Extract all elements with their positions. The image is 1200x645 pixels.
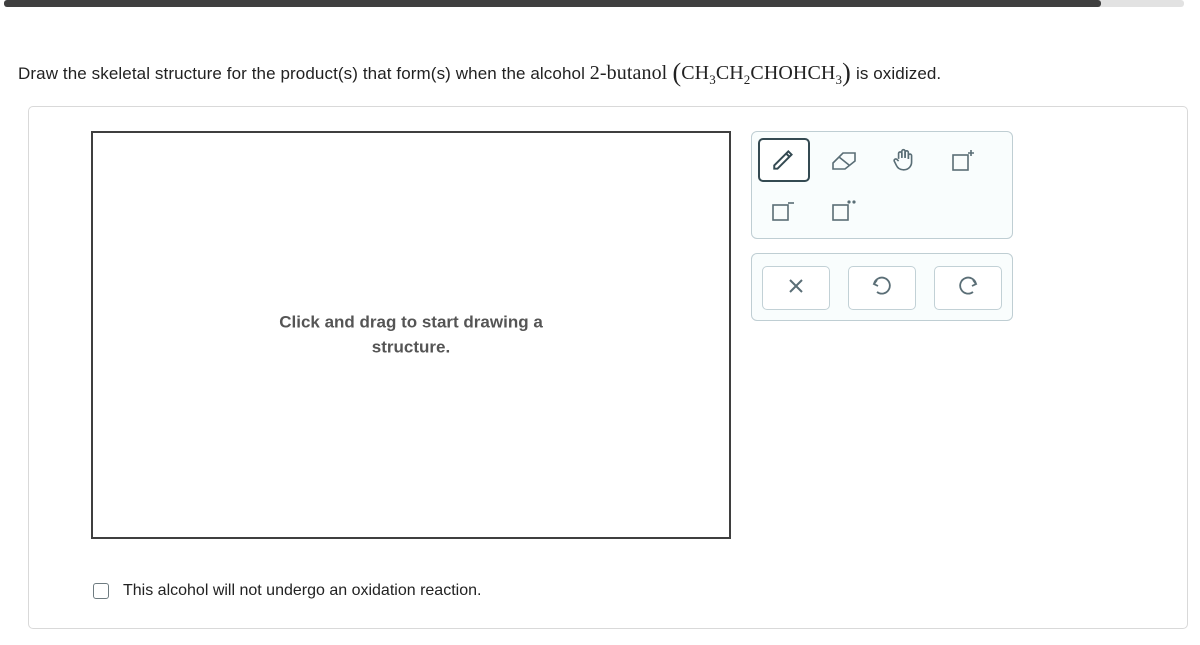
- question-pre-text: Draw the skeletal structure for the prod…: [18, 64, 590, 83]
- square-minus-icon: [770, 197, 798, 223]
- clear-button[interactable]: [762, 266, 830, 310]
- tool-block: [751, 131, 1013, 239]
- question-prompt: Draw the skeletal structure for the prod…: [18, 56, 1170, 88]
- canvas-hint: Click and drag to start drawing a struct…: [93, 310, 729, 359]
- answer-panel: Click and drag to start drawing a struct…: [28, 106, 1188, 629]
- redo-icon: [957, 276, 979, 301]
- add-lone-pair-button[interactable]: [818, 188, 870, 232]
- paren-close: ): [842, 58, 851, 87]
- add-negative-charge-button[interactable]: [758, 188, 810, 232]
- hand-icon: [891, 147, 917, 173]
- add-positive-charge-button[interactable]: [938, 138, 990, 182]
- canvas-hint-line1: Click and drag to start drawing a: [279, 312, 543, 331]
- paren-open: (: [672, 58, 681, 87]
- pan-tool-button[interactable]: [878, 138, 930, 182]
- x-icon: [787, 277, 805, 300]
- progress-bar-fill: [4, 0, 1101, 7]
- canvas-hint-line2: structure.: [372, 337, 450, 356]
- formula-body: CH3CH2CHOHCH3: [681, 62, 842, 84]
- eraser-tool-button[interactable]: [818, 138, 870, 182]
- redo-button[interactable]: [934, 266, 1002, 310]
- square-dots-icon: [830, 197, 858, 223]
- drawing-canvas[interactable]: Click and drag to start drawing a struct…: [91, 131, 731, 539]
- action-block: [751, 253, 1013, 321]
- eraser-icon: [829, 149, 859, 171]
- pencil-icon: [771, 147, 797, 173]
- no-oxidation-option[interactable]: This alcohol will not undergo an oxidati…: [93, 582, 481, 600]
- compound-name: 2-butanol: [590, 62, 668, 84]
- progress-bar: [4, 0, 1184, 7]
- no-oxidation-label: This alcohol will not undergo an oxidati…: [123, 582, 481, 600]
- no-oxidation-checkbox[interactable]: [93, 583, 109, 599]
- draw-tool-button[interactable]: [758, 138, 810, 182]
- question-post-text: is oxidized.: [856, 64, 941, 83]
- square-plus-icon: [950, 147, 978, 173]
- undo-button[interactable]: [848, 266, 916, 310]
- undo-icon: [871, 276, 893, 301]
- toolbar: [751, 131, 1013, 335]
